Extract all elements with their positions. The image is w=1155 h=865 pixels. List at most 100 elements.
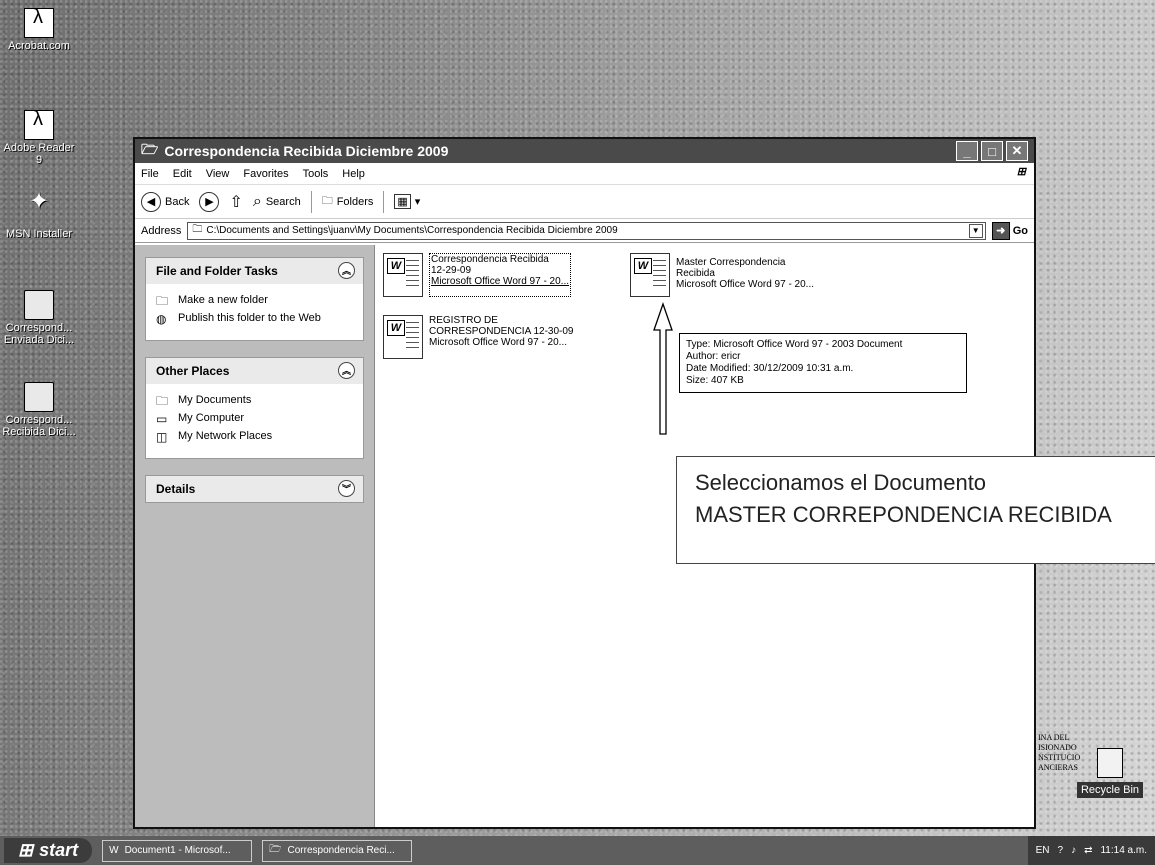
- other-places-panel: Other Places ︽ 🗀 My Documents ▭ My Compu…: [145, 357, 364, 459]
- back-arrow-icon: ◀: [141, 191, 161, 212]
- go-arrow-icon: ➜: [991, 221, 1010, 240]
- folders-button[interactable]: 🗀 Folders: [322, 192, 374, 211]
- folder-icon: 🗁: [269, 844, 282, 855]
- close-button[interactable]: ✕: [1006, 141, 1028, 161]
- folders-label: Folders: [336, 195, 374, 208]
- maximize-button[interactable]: □: [981, 141, 1003, 161]
- word-document-icon: W: [383, 253, 423, 297]
- annotation-line1: Seleccionamos el Documento: [695, 470, 987, 495]
- desktop-icon-correspondencia-enviada[interactable]: Correspond... Enviada Dici...: [0, 290, 78, 346]
- recycle-bin[interactable]: Recycle Bin: [1072, 748, 1148, 798]
- up-arrow-icon: ⇧: [229, 193, 243, 211]
- taskbar: ⊞ start W Document1 - Microsof... 🗁 Corr…: [0, 836, 1155, 865]
- window-title: Correspondencia Recibida Diciembre 2009: [164, 143, 449, 159]
- forward-button[interactable]: ▶: [199, 191, 220, 212]
- my-documents-icon: 🗀: [156, 394, 169, 408]
- folder-shortcut-icon: [24, 382, 54, 412]
- panel-header[interactable]: File and Folder Tasks ︽: [146, 258, 363, 284]
- expand-chevron-icon[interactable]: ︾: [338, 480, 355, 497]
- network-icon[interactable]: ⇄: [1084, 845, 1092, 856]
- window-body: File and Folder Tasks ︽ 🗀 Make a new fol…: [135, 245, 1155, 827]
- views-button[interactable]: ▦ ▾: [394, 194, 420, 209]
- task-label: Publish this folder to the Web: [178, 312, 321, 324]
- word-icon: W: [109, 845, 119, 856]
- views-grid-icon: ▦: [394, 194, 411, 209]
- menu-tools[interactable]: Tools: [303, 168, 329, 180]
- place-label: My Documents: [178, 394, 252, 406]
- globe-icon: ◍: [156, 312, 167, 326]
- panel-header[interactable]: Other Places ︽: [146, 358, 363, 384]
- place-my-computer[interactable]: ▭ My Computer: [156, 412, 353, 426]
- address-label: Address: [141, 224, 182, 237]
- menu-file[interactable]: File: [141, 168, 159, 180]
- file-item[interactable]: W Master Correspondencia Recibida Micros…: [630, 253, 814, 297]
- place-label: My Network Places: [178, 430, 273, 442]
- collapse-chevron-icon[interactable]: ︽: [338, 362, 355, 379]
- place-my-documents[interactable]: 🗀 My Documents: [156, 394, 353, 408]
- task-publish-to-web[interactable]: ◍ Publish this folder to the Web: [156, 312, 353, 326]
- search-label: Search: [265, 195, 301, 208]
- chevron-down-icon[interactable]: ▼: [968, 223, 983, 238]
- file-type: Microsoft Office Word 97 - 20...: [431, 276, 570, 287]
- help-icon[interactable]: ?: [1058, 845, 1064, 856]
- go-label: Go: [1012, 224, 1028, 237]
- minimize-button[interactable]: _: [956, 141, 978, 161]
- place-my-network-places[interactable]: ◫ My Network Places: [156, 430, 353, 444]
- windows-flag-icon: ⊞: [18, 840, 34, 860]
- recycle-bin-label: Recycle Bin: [1076, 782, 1144, 798]
- annotation-box: Seleccionamos el Documento MASTER CORREP…: [676, 456, 1155, 564]
- back-button[interactable]: ◀ Back: [141, 191, 189, 212]
- taskbar-item-word[interactable]: W Document1 - Microsof...: [102, 839, 253, 862]
- desktop-icon-label: Acrobat.com: [8, 40, 70, 52]
- file-item[interactable]: W Correspondencia Recibida 12-29-09 Micr…: [383, 253, 572, 297]
- toolbar-separator: [310, 190, 312, 213]
- file-name-line1: Correspondencia Recibida: [431, 254, 549, 265]
- task-make-new-folder[interactable]: 🗀 Make a new folder: [156, 294, 353, 308]
- annotation-line2: MASTER CORREPONDENCIA RECIBIDA: [695, 502, 1112, 527]
- acrobat-icon: [24, 8, 54, 38]
- clock[interactable]: 11:14 a.m.: [1100, 845, 1147, 856]
- title-bar[interactable]: 🗁 Correspondencia Recibida Diciembre 200…: [135, 139, 1034, 163]
- word-document-icon: W: [630, 253, 670, 297]
- up-folder-button[interactable]: ⇧: [229, 192, 242, 212]
- tooltip-author: Author: ericr: [686, 351, 741, 362]
- desktop-icon-label: Adobe Reader 9: [3, 142, 75, 166]
- start-button[interactable]: ⊞ start: [4, 838, 93, 863]
- menu-favorites[interactable]: Favorites: [243, 168, 288, 180]
- address-input[interactable]: 🗀 C:\Documents and Settings\juanv\My Doc…: [187, 221, 986, 240]
- speaker-icon[interactable]: ♪: [1071, 845, 1076, 856]
- tooltip-date: Date Modified: 30/12/2009 10:31 a.m.: [686, 363, 854, 374]
- file-name-line2: CORRESPONDENCIA 12-30-09: [429, 326, 574, 337]
- address-value: C:\Documents and Settings\juanv\My Docum…: [206, 225, 618, 236]
- language-indicator[interactable]: EN: [1036, 845, 1050, 856]
- desktop-icon-label: MSN Installer: [5, 228, 73, 240]
- panel-header[interactable]: Details ︾: [146, 476, 363, 502]
- desktop-icon-adobe-reader[interactable]: Adobe Reader 9: [0, 110, 78, 166]
- task-label: Make a new folder: [178, 294, 268, 306]
- panel-title: Other Places: [156, 364, 230, 378]
- menu-help[interactable]: Help: [342, 168, 365, 180]
- place-label: My Computer: [178, 412, 245, 424]
- taskbar-item-explorer[interactable]: 🗁 Correspondencia Reci...: [262, 839, 413, 862]
- collapse-chevron-icon[interactable]: ︽: [338, 262, 355, 279]
- menu-view[interactable]: View: [206, 168, 230, 180]
- system-tray: EN ? ♪ ⇄ 11:14 a.m.: [1027, 836, 1155, 865]
- folder-icon: 🗀: [192, 224, 203, 235]
- network-icon: ◫: [156, 430, 168, 444]
- desktop-icon-msn-installer[interactable]: ✦ MSN Installer: [0, 190, 78, 241]
- toolbar-separator: [383, 190, 385, 213]
- file-item[interactable]: W REGISTRO DE CORRESPONDENCIA 12-30-09 M…: [383, 315, 574, 359]
- stamp-line: INA DEL: [1038, 733, 1070, 742]
- desktop-icon-acrobat[interactable]: Acrobat.com: [0, 8, 78, 52]
- taskbar-item-label: Correspondencia Reci...: [287, 845, 395, 856]
- window-controls: _ □ ✕: [956, 141, 1028, 161]
- menu-bar: File Edit View Favorites Tools Help ⊞: [135, 163, 1034, 185]
- search-button[interactable]: ⌕ Search: [253, 193, 301, 211]
- tooltip-type: Type: Microsoft Office Word 97 - 2003 Do…: [686, 339, 903, 350]
- go-button[interactable]: ➜ Go: [991, 221, 1028, 240]
- desktop-icon-correspondencia-recibida[interactable]: Correspond... Recibida Dici...: [0, 382, 78, 438]
- search-icon: ⌕: [252, 192, 262, 210]
- file-type: Microsoft Office Word 97 - 20...: [429, 337, 568, 348]
- menu-edit[interactable]: Edit: [173, 168, 192, 180]
- taskbar-item-label: Document1 - Microsof...: [124, 845, 231, 856]
